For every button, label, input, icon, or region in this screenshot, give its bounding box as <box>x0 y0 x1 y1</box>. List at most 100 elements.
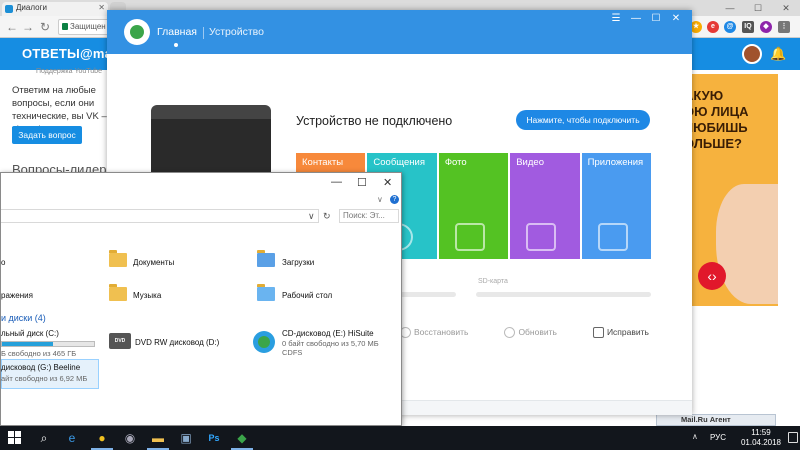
media-app-icon[interactable]: ◉ <box>122 430 138 446</box>
search-icon[interactable]: ⌕ <box>36 430 52 446</box>
device-status-title: Устройство не подключено <box>296 114 453 128</box>
documents-folder-icon[interactable] <box>109 250 127 267</box>
menu-icon[interactable]: ⋮ <box>778 21 790 33</box>
connect-button[interactable]: Нажмите, чтобы подключить <box>516 110 650 130</box>
nav-home[interactable]: Главная <box>157 26 197 38</box>
refresh-icon[interactable]: ↻ <box>323 211 331 222</box>
hisuite-cd-icon[interactable] <box>253 331 275 353</box>
explorer-window: — ☐ ✕ ∨ ? ∨ ↻ Поиск: Эт... о Документы З… <box>0 172 402 426</box>
explorer-maximize-button[interactable]: ☐ <box>357 176 367 189</box>
extension-iq-icon[interactable]: IQ <box>742 21 754 33</box>
ad-arrows-icon[interactable]: ‹› <box>698 262 726 290</box>
explorer-minimize-button[interactable]: — <box>331 176 342 188</box>
ask-question-button[interactable]: Задать вопрос <box>12 126 82 144</box>
restore-button[interactable]: Восстановить <box>400 327 468 338</box>
folder-music[interactable]: Музыка <box>133 291 161 300</box>
dvd-drive-icon[interactable]: DVD <box>109 333 131 349</box>
tab-close-icon[interactable]: ✕ <box>98 3 105 12</box>
hisuite-logo-icon <box>124 19 150 45</box>
hisuite-maximize-button[interactable]: ☐ <box>646 13 666 24</box>
nav-device[interactable]: Устройство <box>209 26 264 38</box>
tile-video[interactable]: Видео <box>510 153 580 259</box>
mail-agent-label: Mail.Ru Агент <box>681 415 731 424</box>
notification-icon[interactable] <box>788 432 798 443</box>
update-button[interactable]: Обновить <box>504 327 557 338</box>
nav-separator <box>203 27 204 39</box>
folder-partial-2[interactable]: ражения <box>1 291 33 300</box>
hisuite-taskbar-icon[interactable]: ◆ <box>234 430 250 446</box>
avatar[interactable] <box>742 44 762 64</box>
browser-tab-title: Диалоги <box>16 3 47 12</box>
downloads-folder-icon[interactable] <box>257 250 275 267</box>
active-nav-indicator <box>174 43 178 47</box>
screenshot-app-icon[interactable]: ▣ <box>178 430 194 446</box>
browser-minimize-button[interactable]: — <box>716 0 744 16</box>
folder-documents[interactable]: Документы <box>133 258 174 267</box>
browser-close-button[interactable]: ✕ <box>772 0 800 16</box>
hisuite-actions: Восстановить Обновить Исправить <box>400 327 649 338</box>
drive-c-name[interactable]: льный диск (C:) <box>1 329 59 338</box>
help-icon[interactable]: ? <box>390 195 399 204</box>
apps-icon <box>597 223 628 251</box>
hisuite-close-button[interactable]: ✕ <box>666 13 686 24</box>
browser-tab-dialogs[interactable]: Диалоги ✕ <box>2 2 108 16</box>
tray-expand-icon[interactable]: ∧ <box>692 432 698 441</box>
forward-arrow-icon[interactable]: → <box>20 19 36 35</box>
photos-icon <box>454 223 485 251</box>
windows-start-icon[interactable] <box>8 431 21 444</box>
tile-video-label: Видео <box>516 157 544 168</box>
file-explorer-icon[interactable]: ▬ <box>150 430 166 446</box>
drive-e-free: 0 байт свободно из 5,70 МБ <box>282 339 379 348</box>
drive-d-name[interactable]: DVD RW дисковод (D:) <box>135 338 219 347</box>
address-dropdown-icon[interactable]: ∨ <box>308 211 315 222</box>
ad-face-image <box>716 184 778 304</box>
video-icon <box>526 223 557 251</box>
drive-g-free: айт свободно из 6,92 МБ <box>1 374 88 383</box>
clock[interactable]: 11:59 01.04.2018 <box>738 428 784 448</box>
explorer-titlebar: — ☐ ✕ <box>1 173 401 193</box>
drive-c-usage-bar <box>1 341 95 347</box>
hisuite-menu-icon[interactable]: ☰ <box>606 13 626 24</box>
folder-downloads[interactable]: Загрузки <box>282 258 314 267</box>
extension-puzzle-icon[interactable]: ◆ <box>760 21 772 33</box>
sd-card-label: SD-карта <box>478 278 508 285</box>
explorer-address-bar[interactable] <box>1 209 319 223</box>
lock-icon <box>62 23 68 30</box>
browser-window-controls: — ☐ ✕ <box>716 0 800 16</box>
tile-apps[interactable]: Приложения <box>581 153 652 259</box>
ribbon-expand-icon[interactable]: ∨ <box>377 195 383 204</box>
language-indicator[interactable]: РУС <box>710 433 726 442</box>
repair-button[interactable]: Исправить <box>592 327 649 338</box>
site-logo[interactable]: ОТВЕТЫ@mail <box>22 46 120 61</box>
browser-maximize-button[interactable]: ☐ <box>744 0 772 16</box>
drives-section-title[interactable]: и диски (4) <box>1 313 46 323</box>
tile-photos[interactable]: Фото <box>438 153 509 259</box>
extension-red-icon[interactable]: e <box>707 21 719 33</box>
sd-storage-bar <box>476 292 651 297</box>
reload-icon[interactable]: ↻ <box>37 19 53 35</box>
bell-icon[interactable]: 🔔 <box>770 46 786 62</box>
folder-partial-1[interactable]: о <box>1 258 5 267</box>
clock-time: 11:59 <box>751 428 771 437</box>
back-arrow-icon[interactable]: ← <box>4 19 20 35</box>
drive-e-name[interactable]: CD-дисковод (E:) HiSuite <box>282 329 374 338</box>
explorer-search-input[interactable]: Поиск: Эт... <box>339 209 399 223</box>
tile-contacts-label: Контакты <box>302 157 344 168</box>
extension-mail-icon[interactable]: @ <box>724 21 736 33</box>
photoshop-icon[interactable]: Ps <box>206 430 222 446</box>
explorer-close-button[interactable]: ✕ <box>383 176 392 189</box>
hisuite-minimize-button[interactable]: — <box>626 13 646 24</box>
vk-favicon-icon <box>5 5 13 13</box>
drive-c-usage-fill <box>2 342 53 346</box>
drive-g-name[interactable]: дисковод (G:) Beeline <box>1 363 80 372</box>
folder-desktop[interactable]: Рабочий стол <box>282 291 332 300</box>
tile-messages-label: Сообщения <box>373 157 425 168</box>
music-folder-icon[interactable] <box>109 284 127 301</box>
edge-icon[interactable]: e <box>64 430 80 446</box>
drive-e-fs: CDFS <box>282 348 303 357</box>
mail-agent-bar[interactable]: Mail.Ru Агент <box>656 414 776 426</box>
desktop-folder-icon[interactable] <box>257 284 275 301</box>
hisuite-header: Главная Устройство ☰ — ☐ ✕ <box>107 10 692 54</box>
address-text: Защищен <box>70 22 106 31</box>
chrome-icon[interactable]: ● <box>94 430 110 446</box>
